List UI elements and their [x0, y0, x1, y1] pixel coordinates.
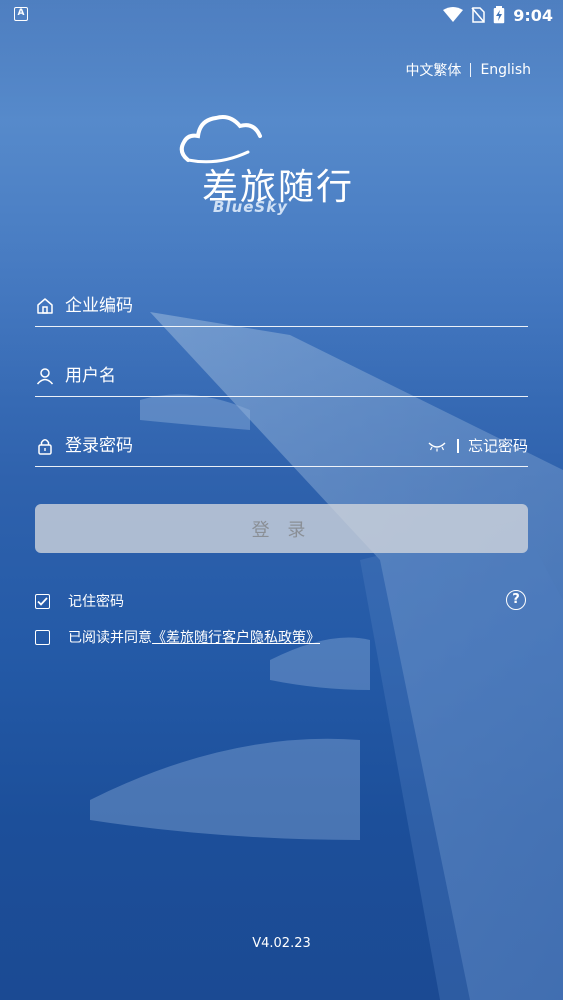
- no-sim-icon: [471, 7, 485, 23]
- status-bar: A 9:04: [0, 0, 563, 30]
- notification-app-icon: A: [14, 7, 28, 21]
- wifi-icon: [443, 7, 464, 22]
- password-divider: [456, 438, 459, 453]
- privacy-agreement-row: 已阅读并同意 《差旅随行客户隐私政策》: [35, 627, 320, 647]
- forgot-password-link[interactable]: 忘记密码: [468, 435, 528, 456]
- password-input[interactable]: [65, 435, 428, 456]
- language-traditional-chinese[interactable]: 中文繁体: [405, 60, 461, 80]
- login-button[interactable]: 登 录: [35, 504, 528, 553]
- clock: 9:04: [513, 5, 553, 25]
- remember-password-checkbox[interactable]: [35, 593, 50, 609]
- privacy-agreement-checkbox[interactable]: [35, 629, 50, 645]
- username-input[interactable]: [65, 365, 528, 386]
- remember-password-row: 记住密码: [35, 591, 124, 611]
- privacy-agreement-label: 已阅读并同意: [68, 630, 152, 646]
- eye-closed-icon[interactable]: [428, 440, 446, 452]
- user-icon: [35, 366, 55, 386]
- password-tools: 忘记密码: [428, 435, 528, 456]
- battery-charging-icon: [493, 6, 505, 24]
- remember-password-label: 记住密码: [68, 594, 124, 610]
- privacy-policy-link[interactable]: 《差旅随行客户隐私政策》: [152, 627, 320, 647]
- lock-icon: [35, 436, 55, 456]
- language-divider: [470, 63, 472, 77]
- checkmark-icon: [37, 596, 48, 606]
- language-switch: 中文繁体 English: [405, 60, 531, 80]
- app-version: V4.02.23: [252, 936, 311, 951]
- username-field: [35, 355, 528, 397]
- home-icon: [35, 296, 55, 316]
- status-icons: 9:04: [443, 4, 553, 26]
- company-code-input[interactable]: [65, 295, 528, 316]
- company-code-field: [35, 285, 528, 327]
- language-english[interactable]: English: [480, 62, 531, 78]
- app-logo: 差旅随行 BlueSky: [178, 108, 378, 220]
- logo-subtitle: BlueSky: [213, 198, 288, 216]
- help-icon[interactable]: ?: [506, 590, 526, 610]
- password-field: 忘记密码: [35, 425, 528, 467]
